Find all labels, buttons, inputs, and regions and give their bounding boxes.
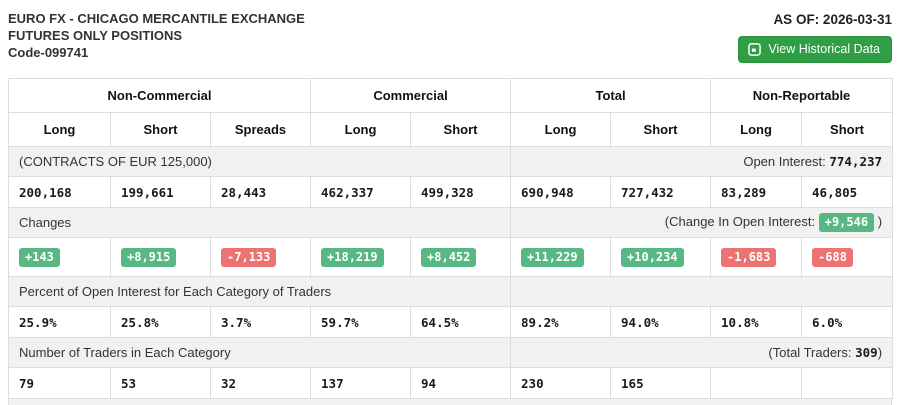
change-badge: +10,234 [621,248,684,267]
col-nonrep-long: Long [711,113,802,147]
change-cell: +143 [9,238,111,277]
group-header-row: Non-Commercial Commercial Total Non-Repo… [9,79,893,113]
group-total: Total [511,79,711,113]
change-badge: -7,133 [221,248,276,267]
col-nonrep-short: Short [802,113,893,147]
traders-label-row: Number of Traders in Each Category (Tota… [9,338,893,368]
percent-label: Percent of Open Interest for Each Catego… [9,277,511,307]
view-historical-data-button[interactable]: View Historical Data [738,36,892,63]
report-header: EURO FX - CHICAGO MERCANTILE EXCHANGE FU… [0,0,900,76]
traders-label: Number of Traders in Each Category [9,338,511,368]
change-cell: +18,219 [311,238,411,277]
change-badge: +11,229 [521,248,584,267]
traders-cell: 165 [611,368,711,399]
percent-cell: 10.8% [711,307,802,338]
positions-row: 200,168 199,661 28,443 462,337 499,328 6… [9,177,893,208]
history-button-label: View Historical Data [768,42,880,56]
change-oi-prefix: (Change In Open Interest: [665,214,819,229]
change-cell: +8,452 [411,238,511,277]
group-commercial: Commercial [311,79,511,113]
changes-label-row: Changes (Change In Open Interest: +9,546… [9,208,893,238]
percent-cell: 59.7% [311,307,411,338]
traders-cell [802,368,893,399]
header-right: AS OF: 2026-03-31 View Historical Data [738,10,892,63]
total-traders-cell: (Total Traders: 309) [511,338,893,368]
position-cell: 200,168 [9,177,111,208]
change-cell: -1,683 [711,238,802,277]
percent-label-row: Percent of Open Interest for Each Catego… [9,277,893,307]
open-interest-cell: Open Interest: 774,237 [511,147,893,177]
col-noncomm-spreads: Spreads [211,113,311,147]
traders-cell: 94 [411,368,511,399]
as-of-date: AS OF: 2026-03-31 [738,12,892,27]
col-total-long: Long [511,113,611,147]
report-title-block: EURO FX - CHICAGO MERCANTILE EXCHANGE FU… [8,10,305,61]
traders-cell [711,368,802,399]
col-noncomm-long: Long [9,113,111,147]
col-comm-long: Long [311,113,411,147]
percent-cell: 94.0% [611,307,711,338]
col-noncomm-short: Short [111,113,211,147]
percents-row: 25.9% 25.8% 3.7% 59.7% 64.5% 89.2% 94.0%… [9,307,893,338]
open-interest-label: Open Interest: [743,154,829,169]
change-cell: +8,915 [111,238,211,277]
percent-cell: 89.2% [511,307,611,338]
position-cell: 28,443 [211,177,311,208]
calendar-history-icon [748,43,761,56]
change-open-interest-cell: (Change In Open Interest: +9,546 ) [511,208,893,238]
next-section-strip [8,399,892,405]
percent-cell: 3.7% [211,307,311,338]
percent-label-spacer [511,277,893,307]
percent-cell: 25.8% [111,307,211,338]
group-non-commercial: Non-Commercial [9,79,311,113]
position-cell: 46,805 [802,177,893,208]
change-badge: +8,452 [421,248,476,267]
contracts-label: (CONTRACTS OF EUR 125,000) [9,147,511,177]
column-header-row: Long Short Spreads Long Short Long Short… [9,113,893,147]
total-traders-suffix: ) [878,345,882,360]
change-cell: +11,229 [511,238,611,277]
total-traders-value: 309 [855,345,878,360]
open-interest-value: 774,237 [829,154,882,169]
col-total-short: Short [611,113,711,147]
traders-row: 79 53 32 137 94 230 165 [9,368,893,399]
changes-label: Changes [9,208,511,238]
traders-cell: 32 [211,368,311,399]
total-traders-prefix: (Total Traders: [768,345,855,360]
contract-code: Code-099741 [8,44,305,61]
change-cell: -688 [802,238,893,277]
percent-cell: 25.9% [9,307,111,338]
change-badge: +8,915 [121,248,176,267]
cot-table: Non-Commercial Commercial Total Non-Repo… [8,78,893,399]
change-badge: +143 [19,248,60,267]
position-cell: 83,289 [711,177,802,208]
group-non-reportable: Non-Reportable [711,79,893,113]
traders-cell: 53 [111,368,211,399]
position-cell: 499,328 [411,177,511,208]
change-oi-badge: +9,546 [819,213,874,232]
changes-row: +143 +8,915 -7,133 +18,219 +8,452 +11,22… [9,238,893,277]
cot-report-page: EURO FX - CHICAGO MERCANTILE EXCHANGE FU… [0,0,900,405]
change-badge: -688 [812,248,853,267]
percent-cell: 64.5% [411,307,511,338]
change-cell: -7,133 [211,238,311,277]
position-cell: 690,948 [511,177,611,208]
change-cell: +10,234 [611,238,711,277]
traders-cell: 230 [511,368,611,399]
position-cell: 727,432 [611,177,711,208]
change-oi-suffix: ) [874,214,882,229]
change-badge: +18,219 [321,248,384,267]
traders-cell: 137 [311,368,411,399]
exchange-title: EURO FX - CHICAGO MERCANTILE EXCHANGE [8,10,305,27]
report-type-title: FUTURES ONLY POSITIONS [8,27,305,44]
contracts-label-row: (CONTRACTS OF EUR 125,000) Open Interest… [9,147,893,177]
position-cell: 199,661 [111,177,211,208]
percent-cell: 6.0% [802,307,893,338]
col-comm-short: Short [411,113,511,147]
position-cell: 462,337 [311,177,411,208]
traders-cell: 79 [9,368,111,399]
change-badge: -1,683 [721,248,776,267]
